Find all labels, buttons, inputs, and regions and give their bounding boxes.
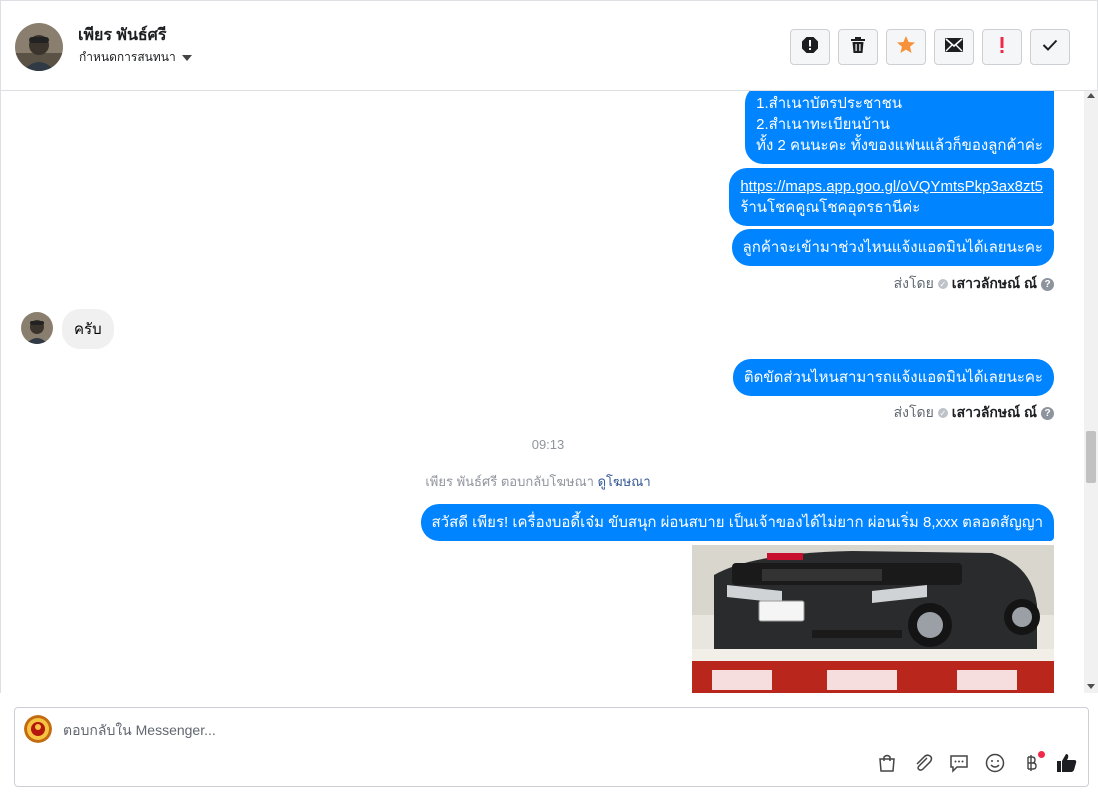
scroll-down-icon[interactable]	[1087, 684, 1095, 689]
assign-conversation-dropdown[interactable]: กำหนดการสนทนา	[79, 48, 192, 67]
mark-spam-icon	[801, 36, 819, 59]
sent-by-label: ส่งโดย	[893, 275, 934, 291]
sent-by-info: ส่งโดย ✓ เสาวลักษณ์ ณ์ ?	[894, 402, 1054, 424]
help-icon[interactable]: ?	[1041, 277, 1054, 291]
message-composer	[14, 707, 1089, 787]
check-icon	[1042, 38, 1058, 56]
attach-button[interactable]	[912, 753, 934, 778]
message-text: ลูกค้าจะเข้ามาช่วงไหนแจ้งแอดมินได้เลยนะค…	[742, 239, 1043, 256]
ad-reply-text: เพียร พันธ์ศรี ตอบกลับโฆษณา	[425, 474, 594, 489]
chat-bubble-icon	[949, 753, 969, 778]
message-text: สวัสดี เพียร! เครื่องบอดี้เจ๋ม ขับสนุก ผ…	[431, 514, 1043, 531]
star-icon	[896, 35, 916, 60]
star-button[interactable]	[886, 29, 926, 65]
shopping-bag-icon	[877, 753, 897, 778]
ad-image[interactable]	[692, 545, 1054, 693]
smiley-icon	[985, 753, 1005, 778]
message-text: ครับ	[74, 321, 102, 338]
assign-label: กำหนดการสนทนา	[79, 50, 176, 64]
like-button[interactable]	[1056, 752, 1078, 779]
outgoing-message[interactable]: https://maps.app.goo.gl/oVQYmtsPkp3ax8zt…	[729, 168, 1054, 226]
message-line: 1.สำเนาบัตรประชาชน	[756, 95, 903, 112]
outgoing-message[interactable]: 1.สำเนาบัตรประชาชน 2.สำเนาทะเบียนบ้าน ทั…	[745, 91, 1054, 164]
delete-button[interactable]	[838, 29, 878, 65]
map-link[interactable]: https://maps.app.goo.gl/oVQYmtsPkp3ax8zt…	[740, 178, 1043, 195]
view-ad-link[interactable]: ดูโฆษณา	[598, 474, 651, 489]
contact-name[interactable]: เพียร พันธ์ศรี	[78, 23, 166, 48]
message-line: ร้านโชคคูณโชคอุดรธานีค่ะ	[740, 199, 921, 216]
mark-spam-button[interactable]	[790, 29, 830, 65]
chevron-down-icon	[181, 54, 192, 61]
message-line: ทั้ง 2 คนนะคะ ทั้งของแฟนแล้วก็ของลูกค้าค…	[756, 137, 1043, 154]
envelope-icon	[945, 37, 963, 57]
timestamp: 09:13	[531, 437, 565, 452]
contact-avatar[interactable]	[15, 23, 63, 71]
check-circle-icon: ✓	[937, 279, 948, 289]
reply-input[interactable]	[63, 722, 863, 738]
sent-by-info: ส่งโดย ✓ เสาวลักษณ์ ณ์ ?	[894, 273, 1054, 295]
saved-replies-button[interactable]	[948, 754, 970, 776]
payment-button[interactable]	[1020, 751, 1045, 776]
thread-scrollbar[interactable]	[1084, 91, 1098, 693]
header-actions	[790, 29, 1070, 65]
incoming-message[interactable]: ครับ	[62, 309, 114, 349]
shop-button[interactable]	[876, 754, 898, 776]
outgoing-message[interactable]: สวัสดี เพียร! เครื่องบอดี้เจ๋ม ขับสนุก ผ…	[420, 504, 1054, 541]
composer-tools	[876, 751, 1078, 779]
message-thread: 1.สำเนาบัตรประชาชน 2.สำเนาทะเบียนบ้าน ทั…	[0, 91, 1098, 693]
trash-icon	[850, 36, 866, 59]
paperclip-icon	[913, 753, 933, 778]
message-line: 2.สำเนาทะเบียนบ้าน	[756, 116, 890, 133]
follow-up-button[interactable]	[982, 29, 1022, 65]
thumbs-up-icon	[1056, 752, 1078, 779]
sent-by-name[interactable]: เสาวลักษณ์ ณ์	[952, 273, 1037, 295]
outgoing-message[interactable]: ติดขัดส่วนไหนสามารถแจ้งแอดมินได้เลยนะคะ	[732, 359, 1054, 396]
page-avatar	[24, 715, 52, 743]
mark-unread-button[interactable]	[934, 29, 974, 65]
sent-by-name[interactable]: เสาวลักษณ์ ณ์	[952, 402, 1037, 424]
message-text: ติดขัดส่วนไหนสามารถแจ้งแอดมินได้เลยนะคะ	[743, 369, 1043, 386]
exclamation-icon	[999, 36, 1005, 59]
ad-reply-note: เพียร พันธ์ศรี ตอบกลับโฆษณา ดูโฆษณา	[1, 471, 1075, 492]
sent-by-label: ส่งโดย	[893, 404, 934, 420]
scrollbar-thumb[interactable]	[1086, 431, 1096, 483]
contact-avatar-small[interactable]	[21, 312, 53, 344]
mark-done-button[interactable]	[1030, 29, 1070, 65]
conversation-header: เพียร พันธ์ศรี กำหนดการสนทนา	[0, 0, 1098, 91]
notification-dot	[1038, 751, 1045, 758]
scroll-up-icon[interactable]	[1087, 93, 1095, 98]
check-circle-icon: ✓	[937, 408, 948, 418]
help-icon[interactable]: ?	[1041, 406, 1054, 420]
emoji-button[interactable]	[984, 753, 1006, 778]
outgoing-message[interactable]: ลูกค้าจะเข้ามาช่วงไหนแจ้งแอดมินได้เลยนะค…	[731, 229, 1054, 266]
